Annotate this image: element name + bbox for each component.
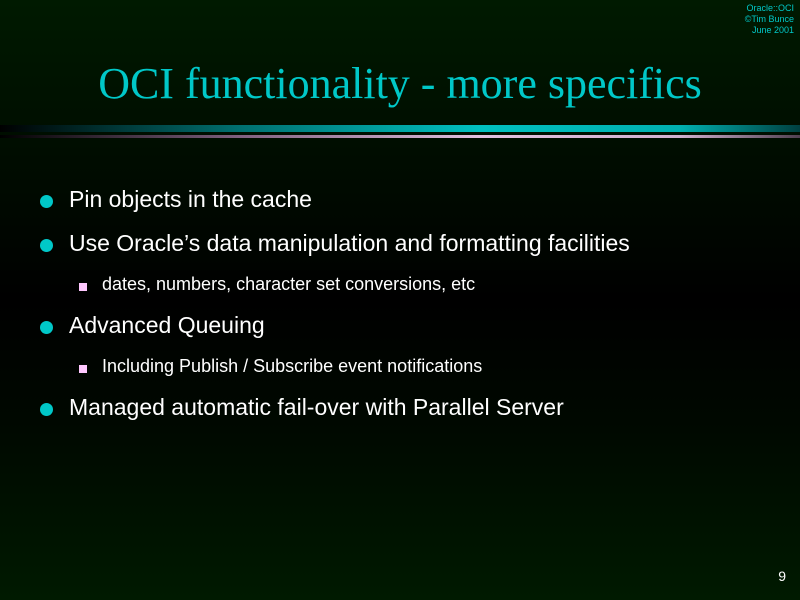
title-divider-pink	[0, 135, 800, 138]
sub-bullet-square-icon	[79, 283, 87, 291]
bullet-dot-icon	[40, 239, 53, 252]
bullet-dot-icon	[40, 321, 53, 334]
meta-product: Oracle::OCI	[746, 3, 794, 13]
meta-author: ©Tim Bunce	[744, 14, 794, 24]
bullet-item: Pin objects in the cache	[69, 186, 312, 212]
slide-title: OCI functionality - more specifics	[98, 59, 702, 108]
bullet-item: Managed automatic fail-over with Paralle…	[69, 394, 564, 420]
sub-bullet-item: dates, numbers, character set conversion…	[102, 274, 476, 294]
sub-bullet-item: Including Publish / Subscribe event noti…	[102, 356, 483, 376]
bullet-dot-icon	[40, 403, 53, 416]
title-divider-teal	[0, 125, 800, 132]
sub-bullet-square-icon	[79, 365, 87, 373]
slide-meta: Oracle::OCI ©Tim Bunce June 2001	[745, 3, 794, 36]
bullet-item: Use Oracle’s data manipulation and forma…	[69, 230, 630, 256]
bullet-item: Advanced Queuing	[69, 312, 265, 338]
page-number: 9	[778, 568, 786, 584]
bullet-dot-icon	[40, 195, 53, 208]
meta-date: June 2001	[751, 25, 794, 35]
